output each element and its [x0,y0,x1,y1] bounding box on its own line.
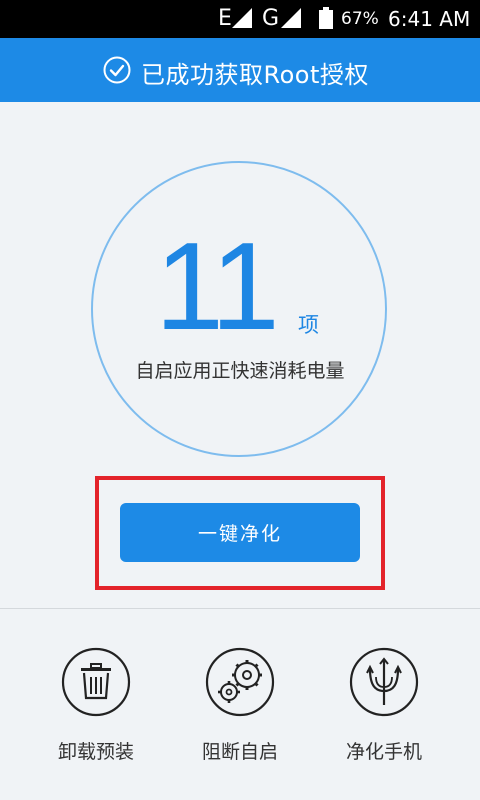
one-click-clean-button[interactable]: 一键净化 [120,503,360,562]
trident-icon [349,647,419,717]
page-title: 已成功获取Root授权 [141,61,369,89]
signal-strength-icon [281,8,301,28]
header-bar: 已成功获取Root授权 [0,38,480,102]
summary-description: 自启应用正快速消耗电量 [135,360,345,382]
item-count-unit: 项 [298,313,319,337]
tool-clean-phone[interactable]: 净化手机 [324,647,444,767]
gears-icon [205,647,275,717]
tool-label: 阻断自启 [201,741,278,763]
network-type-label: E [218,6,232,31]
divider [0,608,480,609]
network-type-label-2: G [262,6,280,31]
tool-block-autostart[interactable]: 阻断自启 [180,647,300,767]
tool-uninstall-preinstalled[interactable]: 卸载预装 [36,647,156,767]
battery-percent: 67% [341,9,379,29]
item-count: 11 [155,218,280,356]
trash-icon [61,647,131,717]
clock: 6:41 AM [388,7,471,31]
one-click-clean-label: 一键净化 [197,523,282,545]
tool-label: 净化手机 [345,741,422,763]
status-bar: E G 67% 6:41 AM [0,0,480,38]
signal-icon [232,8,252,28]
battery-icon [319,7,333,29]
check-circle-icon [103,56,131,84]
tool-label: 卸载预装 [57,741,134,763]
